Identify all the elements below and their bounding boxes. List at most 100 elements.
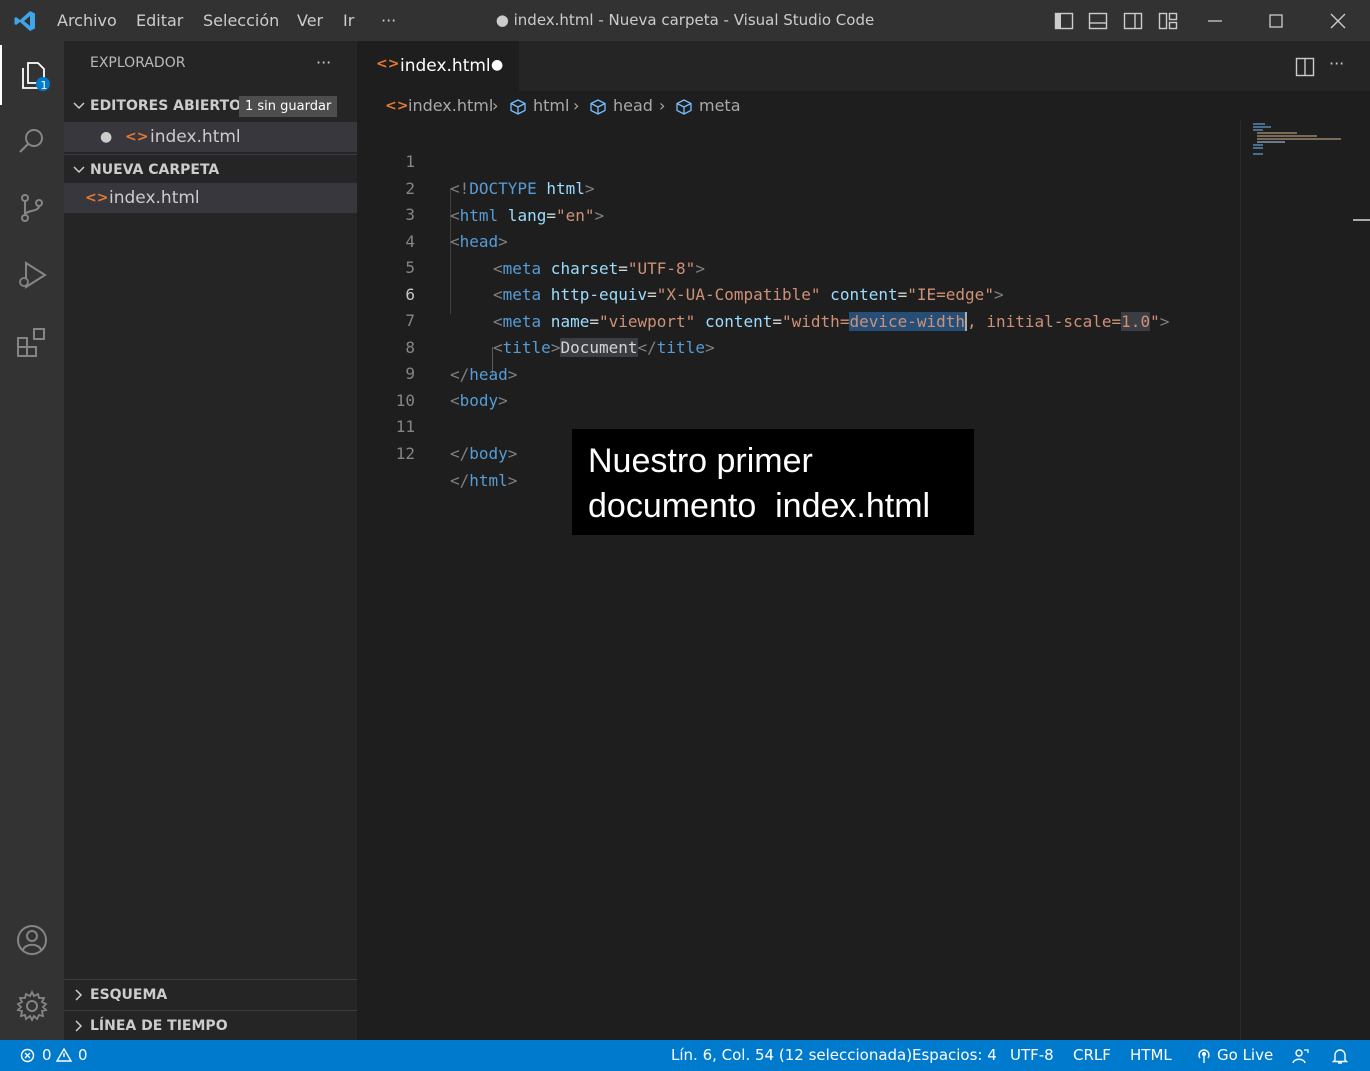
- code-line-4: 4 <meta charset="UTF-8">: [357, 201, 705, 278]
- menu-ir[interactable]: Ir: [343, 0, 354, 41]
- breadcrumb-html[interactable]: html: [533, 91, 569, 121]
- minimap-line: [1253, 147, 1263, 149]
- cursor-position[interactable]: Lín. 6, Col. 54 (12 seleccionada): [671, 1040, 912, 1071]
- run-debug-icon[interactable]: [0, 245, 64, 305]
- html-file-icon: <>: [385, 98, 409, 114]
- code-line-9: 9 <body>: [357, 333, 507, 410]
- code-line-12: 12 </html>: [357, 413, 518, 490]
- minimap-line: [1253, 144, 1263, 146]
- folder-file-item[interactable]: <> index.html: [64, 183, 357, 213]
- code-line-8: 8 </head>: [357, 307, 517, 384]
- menu-ver[interactable]: Ver: [297, 0, 323, 41]
- open-editors-header[interactable]: EDITORES ABIERTOS 1 sin guardar: [64, 91, 357, 121]
- minimap-line: [1257, 132, 1297, 134]
- minimap-line: [1257, 135, 1317, 137]
- maximize-icon[interactable]: [1265, 10, 1287, 32]
- go-live-label: Go Live: [1217, 1046, 1274, 1064]
- code-line-5: 5 <meta http-equiv="X-UA-Compatible" con…: [357, 227, 1003, 304]
- account-icon[interactable]: [0, 910, 64, 970]
- html-file-icon: <>: [125, 129, 149, 145]
- window-title: ● index.html - Nueva carpeta - Visual St…: [495, 11, 875, 29]
- source-control-icon[interactable]: [0, 178, 64, 238]
- error-icon: [20, 1048, 35, 1063]
- indentation[interactable]: Espacios: 4: [912, 1040, 997, 1071]
- encoding[interactable]: UTF-8: [1010, 1040, 1054, 1071]
- feedback-icon[interactable]: [1291, 1047, 1309, 1065]
- breadcrumb-separator: ›: [492, 96, 499, 115]
- breadcrumb-head[interactable]: head: [613, 91, 653, 121]
- explorer-sidebar: EXPLORADOR ··· EDITORES ABIERTOS 1 sin g…: [64, 41, 357, 1040]
- activity-bar: 1: [0, 41, 64, 1040]
- toggle-primary-sidebar-icon[interactable]: [1053, 10, 1075, 32]
- minimap-line: [1257, 141, 1285, 143]
- line-number: 12: [395, 444, 415, 463]
- timeline-header[interactable]: LÍNEA DE TIEMPO: [64, 1010, 357, 1041]
- breadcrumb: <> index.html › html › head › meta: [357, 91, 1370, 121]
- tab-dirty-indicator[interactable]: ●: [491, 57, 503, 73]
- menu-seleccion[interactable]: Selección: [203, 0, 279, 41]
- menu-more[interactable]: ···: [381, 0, 396, 41]
- extensions-icon[interactable]: [0, 313, 64, 373]
- chevron-right-icon: [72, 988, 86, 1002]
- toggle-secondary-sidebar-icon[interactable]: [1122, 10, 1144, 32]
- minimize-icon[interactable]: [1204, 10, 1226, 32]
- folder-label: NUEVA CARPETA: [90, 162, 220, 178]
- editor-area: <> index.html ● ··· <> index.html › html…: [357, 41, 1370, 1040]
- tab-index-html[interactable]: <> index.html ●: [357, 41, 519, 91]
- code-line-7: 7 <title>Document</title>: [357, 280, 715, 357]
- minimap-line: [1253, 126, 1271, 128]
- html-file-icon: <>: [376, 56, 400, 72]
- status-bar: 0 0 Lín. 6, Col. 54 (12 seleccionada) Es…: [0, 1040, 1370, 1071]
- vscode-logo-icon: [13, 9, 37, 33]
- warning-icon: [56, 1047, 72, 1063]
- menu-archivo[interactable]: Archivo: [57, 0, 117, 41]
- settings-gear-icon[interactable]: [0, 976, 64, 1036]
- breadcrumb-separator: ›: [573, 96, 580, 115]
- text-selection: device-width: [849, 312, 966, 331]
- code-line-1: 1 <!DOCTYPE html>: [357, 121, 594, 198]
- scrollbar-indicator: [1353, 219, 1370, 221]
- menu-editar[interactable]: Editar: [136, 0, 183, 41]
- explorer-badge: 1: [40, 79, 48, 92]
- code-line-10: 10: [357, 360, 415, 410]
- dirty-dot-icon[interactable]: ●: [100, 122, 112, 152]
- caption-line-2: documento index.html: [588, 487, 931, 525]
- open-editors-label: EDITORES ABIERTOS: [90, 98, 252, 114]
- close-window-icon[interactable]: [1327, 10, 1349, 32]
- end-of-line[interactable]: CRLF: [1073, 1040, 1111, 1071]
- caption-overlay: Nuestro primer documento index.html: [572, 429, 974, 535]
- minimap-line: [1257, 138, 1341, 140]
- minimap-line: [1253, 129, 1263, 131]
- folder-header[interactable]: NUEVA CARPETA: [64, 154, 357, 185]
- code-line-3: 3 <head>: [357, 174, 507, 251]
- unsaved-badge: 1 sin guardar: [239, 96, 338, 117]
- search-icon[interactable]: [0, 111, 64, 171]
- code-line-2: 2 <html lang="en">: [357, 148, 604, 225]
- breadcrumb-separator: ›: [659, 96, 666, 115]
- timeline-label: LÍNEA DE TIEMPO: [90, 1018, 228, 1034]
- customize-layout-icon[interactable]: [1157, 10, 1179, 32]
- outline-header[interactable]: ESQUEMA: [64, 979, 357, 1010]
- open-editor-item[interactable]: ● <> index.html: [64, 122, 357, 152]
- outline-label: ESQUEMA: [90, 987, 168, 1003]
- breadcrumb-file[interactable]: index.html: [408, 91, 493, 121]
- breadcrumb-meta[interactable]: meta: [699, 91, 741, 121]
- code-editor[interactable]: 1 <!DOCTYPE html> 2 <html lang="en"> 3 <…: [357, 121, 1240, 1040]
- minimap-line: [1253, 153, 1263, 155]
- sidebar-more-button[interactable]: ···: [316, 53, 331, 72]
- editor-more-actions[interactable]: ···: [1329, 54, 1344, 73]
- title-bar: Archivo Editar Selección Ver Ir ··· ● in…: [0, 0, 1370, 41]
- minimap[interactable]: [1240, 121, 1370, 1040]
- split-editor-icon[interactable]: [1294, 56, 1316, 78]
- warning-count: 0: [78, 1046, 88, 1064]
- sidebar-title: EXPLORADOR: [90, 55, 186, 71]
- symbol-icon: [509, 98, 527, 116]
- toggle-panel-icon[interactable]: [1087, 10, 1109, 32]
- code-line-6: 6 <meta name="viewport" content="width=d…: [357, 254, 1169, 331]
- open-editor-filename: index.html: [150, 127, 241, 147]
- tab-bar: <> index.html ● ···: [357, 41, 1370, 91]
- tab-label: index.html: [400, 56, 491, 76]
- explorer-icon[interactable]: 1: [0, 45, 66, 105]
- language-mode[interactable]: HTML: [1130, 1040, 1172, 1071]
- notifications-bell-icon[interactable]: [1331, 1047, 1349, 1065]
